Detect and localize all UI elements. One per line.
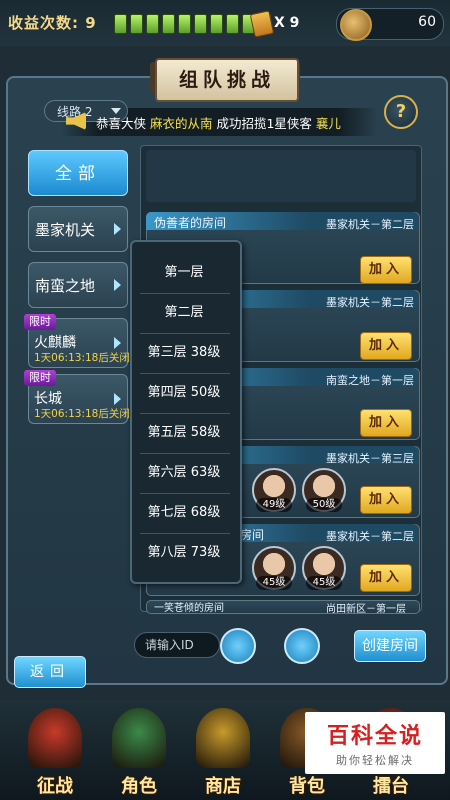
chevron-right-icon (114, 337, 121, 349)
character-icon (112, 708, 166, 768)
sword-icon (28, 708, 82, 768)
broadcast-prefix: 恭喜大侠 (96, 116, 150, 131)
help-button[interactable]: ? (384, 95, 418, 129)
nav-label: 商店 (205, 776, 241, 797)
ticket-count: X 9 (274, 15, 300, 31)
room-floor: 墨家机关－第二层 (326, 296, 414, 309)
watermark-subtitle: 助你轻松解决 (336, 754, 414, 767)
energy-segment (146, 14, 159, 34)
nav-battle[interactable]: 征战 (16, 706, 94, 797)
income-count: 收益次数: 9 (8, 14, 97, 32)
member-level: 45级 (306, 576, 342, 590)
join-button[interactable]: 加入 (360, 486, 412, 514)
room-floor: 墨家机关－第三层 (326, 452, 414, 465)
shop-icon (196, 708, 250, 768)
refresh-icon[interactable] (284, 628, 320, 664)
floor-option[interactable]: 第三层 38级 (132, 333, 236, 373)
floor-option[interactable]: 第八层 73级 (132, 533, 236, 573)
avatar-coin-icon[interactable] (340, 9, 372, 41)
nav-character[interactable]: 角色 (100, 706, 178, 797)
category-mojia[interactable]: 墨家机关 (28, 206, 128, 252)
room-name: 房间 (240, 528, 265, 542)
floor-option[interactable]: 第一层 (132, 253, 236, 293)
broadcast-hero: 襄儿 (315, 116, 341, 131)
broadcast-middle: 成功招揽1星侠客 (212, 116, 316, 131)
join-button[interactable]: 加入 (360, 564, 412, 592)
floor-option[interactable]: 第二层 (132, 293, 236, 333)
limited-name: 火麒麟 (34, 335, 76, 351)
chevron-right-icon (114, 393, 121, 405)
broadcast-text: 恭喜大侠 麻衣的从南 成功招揽1星侠客 襄儿 (96, 113, 341, 132)
limited-timer: 1天06:13:18后关闭 (34, 408, 130, 420)
floor-option[interactable]: 第四层 50级 (132, 373, 236, 413)
chevron-right-icon (114, 223, 121, 235)
energy-segment (130, 14, 143, 34)
room-name: 一笑苍倾的房间 (154, 603, 224, 614)
join-button[interactable]: 加入 (360, 256, 412, 284)
nav-label: 背包 (289, 776, 325, 797)
chevron-right-icon (114, 279, 121, 291)
back-button[interactable]: 返回 (14, 656, 86, 688)
limited-badge: 限时 (24, 370, 56, 386)
limited-timer: 1天06:13:18后关闭 (34, 352, 130, 364)
currency-value: 60 (418, 14, 436, 30)
broadcast-player: 麻衣的从南 (149, 116, 213, 131)
page-title: 组队挑战 (155, 58, 299, 102)
energy-bar (114, 14, 271, 34)
nav-label: 角色 (121, 776, 157, 797)
energy-segment (162, 14, 175, 34)
category-nanman[interactable]: 南蛮之地 (28, 262, 128, 308)
member-level: 45级 (256, 576, 292, 590)
join-button[interactable]: 加入 (360, 332, 412, 360)
room-id-input[interactable] (134, 632, 220, 658)
room-floor: 墨家机关－第二层 (326, 218, 414, 231)
floor-option[interactable]: 第六层 63级 (132, 453, 236, 493)
member-level: 50级 (306, 498, 342, 512)
energy-segment (114, 14, 127, 34)
watermark-title: 百科全说 (326, 724, 423, 749)
room-floor: 墨家机关－第二层 (326, 530, 414, 543)
limited-badge: 限时 (24, 314, 56, 330)
member-level: 49级 (256, 498, 292, 512)
floor-option[interactable]: 第七层 68级 (132, 493, 236, 533)
nav-label: 擂台 (373, 776, 409, 797)
energy-segment (178, 14, 191, 34)
search-icon[interactable] (220, 628, 256, 664)
room-list-header (146, 150, 416, 202)
limited-name: 长城 (34, 391, 62, 407)
nav-label: 征战 (37, 776, 73, 797)
room-floor: 南蛮之地－第一层 (326, 374, 414, 387)
create-room-button[interactable]: 创建房间 (354, 630, 426, 662)
energy-segment (194, 14, 207, 34)
category-all[interactable]: 全部 (28, 150, 128, 196)
floor-option[interactable]: 第五层 58级 (132, 413, 236, 453)
energy-segment (226, 14, 239, 34)
energy-segment (210, 14, 223, 34)
room-name: 伪善者的房间 (154, 216, 227, 230)
nav-shop[interactable]: 商店 (184, 706, 262, 797)
room-floor: 尚田新区－第一层 (326, 604, 406, 615)
join-button[interactable]: 加入 (360, 409, 412, 437)
